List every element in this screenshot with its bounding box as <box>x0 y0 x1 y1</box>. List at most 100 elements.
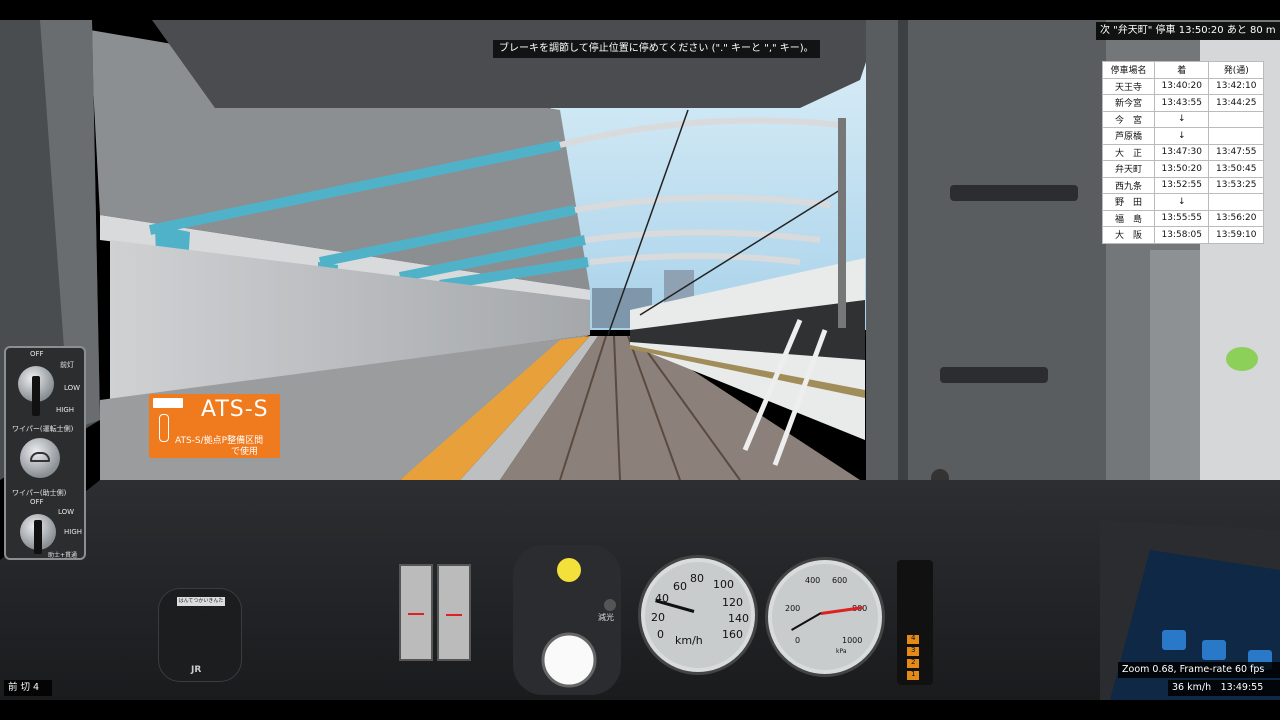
brake-hint: ブレーキを調節して停止位置に停めてください ("." キーと "," キー)。 <box>493 40 820 58</box>
ats-key-icon <box>159 414 169 442</box>
dim-knob[interactable] <box>604 599 616 611</box>
top-letterbox <box>0 0 1280 20</box>
station-name: 野 田 <box>1102 193 1155 211</box>
pressure-tick: 1000 <box>842 636 863 645</box>
arrive-time: 13:55:55 <box>1153 209 1210 227</box>
depart-time: 13:44:25 <box>1208 94 1264 112</box>
wiper-high-label: HIGH <box>64 528 83 536</box>
depart-time: 13:59:10 <box>1208 226 1264 244</box>
speed-tick: 0 <box>657 628 664 641</box>
arrive-time: 13:50:20 <box>1153 160 1210 178</box>
train-radio-mic[interactable]: はんてつかいきんたりしゃ2 2 5 JR <box>158 588 242 682</box>
pressure-tick: 0 <box>795 636 801 645</box>
arrive-time: 13:43:55 <box>1153 94 1210 112</box>
ats-panel: ATS-S ATS-S/拠点P整備区間 で使用 <box>149 394 280 458</box>
timetable-header: 停車場名 着 発(通) <box>1102 61 1264 79</box>
notch-lamp-label: 4 <box>911 634 916 642</box>
station-name: 福 島 <box>1102 209 1155 227</box>
pressure-meter-left <box>399 564 433 661</box>
sun-visor <box>152 20 880 108</box>
depart-time: 13:56:20 <box>1208 209 1264 227</box>
wiper-driver-label: ワイパー(運転士側) <box>12 425 74 433</box>
pressure-meter-right <box>437 564 471 661</box>
arrive-time: 13:52:55 <box>1153 176 1210 194</box>
yellow-lamp <box>557 558 581 582</box>
pressure-tick: 400 <box>805 576 821 585</box>
speed-tick: 160 <box>722 628 743 641</box>
notch-lamp-label: 3 <box>911 646 916 654</box>
speed-tick: 100 <box>713 578 734 591</box>
wiper-icon <box>30 452 50 462</box>
headlight-low-label: LOW <box>64 384 81 392</box>
table-row: 新今宮 13:43:55 13:44:25 <box>1102 94 1264 112</box>
speed-tick: 60 <box>673 580 687 593</box>
frame-rate-info: Zoom 0.68, Frame-rate 60 fps <box>1118 662 1280 678</box>
header-arrive: 着 <box>1153 61 1210 79</box>
headlight-label: 前灯 <box>60 361 74 369</box>
depart-time: 13:47:55 <box>1208 143 1264 161</box>
table-row: 西九条 13:52:55 13:53:25 <box>1102 176 1264 194</box>
table-row: 天王寺 13:40:20 13:42:10 <box>1102 77 1264 95</box>
wiper-assist-lever[interactable] <box>34 520 42 554</box>
station-name: 西九条 <box>1102 176 1155 194</box>
simulator-view: 60 80 100 4 0 120 20 140 0 160 km/h 400 6… <box>0 0 1280 720</box>
depart-time <box>1208 110 1264 128</box>
ats-desc-line1: ATS-S/拠点P整備区間 <box>175 436 264 446</box>
headlight-high-label: HIGH <box>56 406 75 414</box>
assist-footer-label: 助士+貫通 <box>48 552 78 559</box>
headlight-off-label: OFF <box>30 350 44 358</box>
notch-lamp-label: 1 <box>911 670 916 678</box>
mic-label: はんてつかいきんたりしゃ2 2 5 <box>177 597 225 613</box>
table-row: 芦原橋 ↓ <box>1102 127 1264 145</box>
switch-panel: OFF 前灯 LOW HIGH ワイパー(運転士側) ワイパー(助士側) OFF… <box>4 346 86 560</box>
notch-readout: 前 切 4 <box>4 680 52 696</box>
ats-title: ATS-S <box>201 397 269 422</box>
header-depart: 発(通) <box>1208 61 1264 79</box>
depart-time: 13:50:45 <box>1208 160 1264 178</box>
arrive-time: 13:40:20 <box>1153 77 1210 95</box>
ats-tag <box>153 398 183 408</box>
station-name: 天王寺 <box>1102 77 1155 95</box>
station-name: 弁天町 <box>1102 160 1155 178</box>
speed-tick: 120 <box>722 596 743 609</box>
notch-lamp-label: 2 <box>911 658 916 666</box>
station-name: 新今宮 <box>1102 94 1155 112</box>
jr-logo: JR <box>191 665 202 675</box>
table-row: 大 正 13:47:30 13:47:55 <box>1102 143 1264 161</box>
door-handle-panel <box>1150 250 1202 480</box>
bottom-letterbox <box>0 700 1280 720</box>
arrive-time: ↓ <box>1153 193 1210 211</box>
ats-description: ATS-S/拠点P整備区間 で使用 <box>175 436 279 458</box>
header-station: 停車場名 <box>1102 61 1155 79</box>
pressure-gauge <box>768 560 882 674</box>
timetable: 停車場名 着 発(通) 天王寺 13:40:20 13:42:10 新今宮 13:43… <box>1102 61 1264 244</box>
dim-label: 減光 <box>598 613 614 622</box>
arrive-time: ↓ <box>1153 127 1210 145</box>
depart-time <box>1208 127 1264 145</box>
table-row: 福 島 13:55:55 13:56:20 <box>1102 209 1264 227</box>
cab-clock <box>541 632 597 688</box>
station-name: 大 正 <box>1102 143 1155 161</box>
speed-tick: 80 <box>690 572 704 585</box>
arrive-time: 13:47:30 <box>1153 143 1210 161</box>
table-row: 弁天町 13:50:20 13:50:45 <box>1102 160 1264 178</box>
pressure-tick: 600 <box>832 576 848 585</box>
pressure-tick: 200 <box>785 604 801 613</box>
station-name: 今 宮 <box>1102 110 1155 128</box>
catenary-pole <box>838 118 846 328</box>
arrive-time: 13:58:05 <box>1153 226 1210 244</box>
depart-time <box>1208 193 1264 211</box>
table-row: 今 宮 ↓ <box>1102 110 1264 128</box>
wiper-assist-label: ワイパー(助士側) <box>12 489 67 497</box>
station-name: 芦原橋 <box>1102 127 1155 145</box>
headlight-switch-lever[interactable] <box>32 376 40 416</box>
speed-tick: 20 <box>651 611 665 624</box>
table-row: 大 阪 13:58:05 13:59:10 <box>1102 226 1264 244</box>
depart-time: 13:53:25 <box>1208 176 1264 194</box>
speed-tick: 140 <box>728 612 749 625</box>
right-frame-edge <box>898 20 908 490</box>
green-indicator-lamp <box>1226 347 1258 371</box>
arrive-time: ↓ <box>1153 110 1210 128</box>
pressure-unit-label: kPa <box>836 648 847 655</box>
wiper-off-label: OFF <box>30 498 44 506</box>
